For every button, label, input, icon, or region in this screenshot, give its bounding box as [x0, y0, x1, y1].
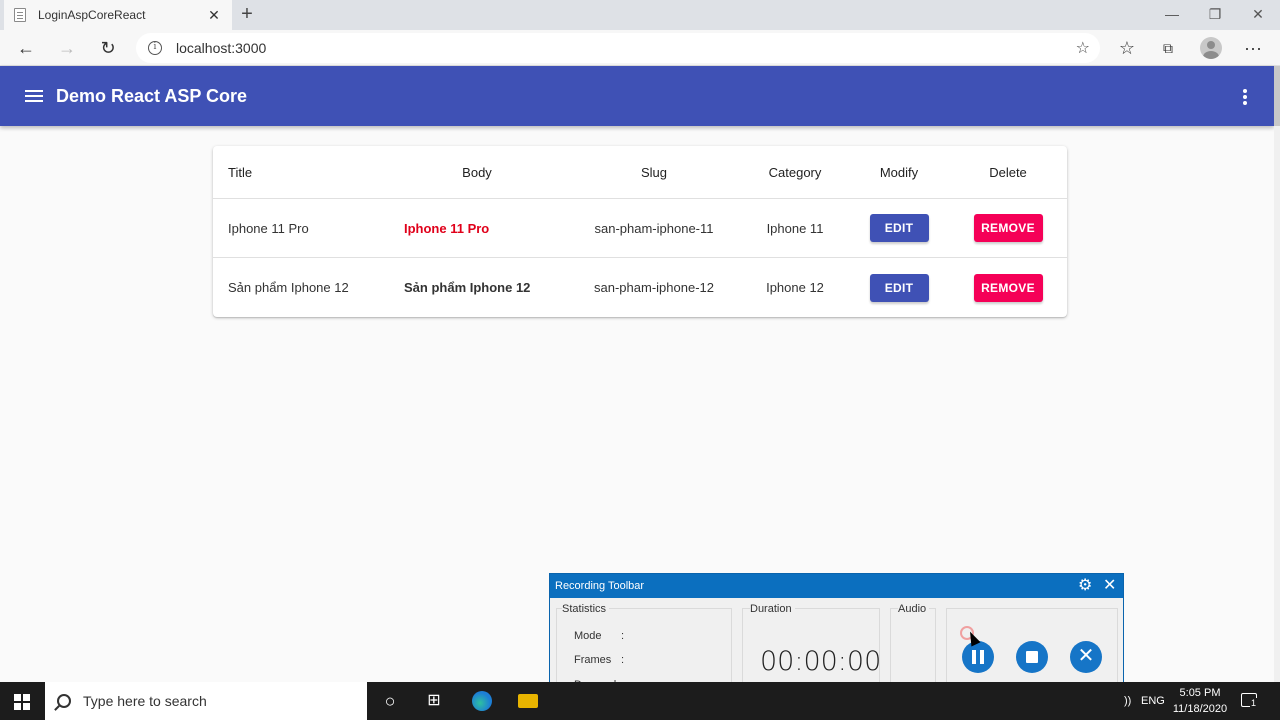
window-close-button[interactable]: ✕	[1236, 0, 1280, 30]
favorites-icon[interactable]: ☆	[1113, 34, 1141, 62]
edit-button[interactable]: EDIT	[869, 214, 929, 242]
audio-label: Audio	[898, 603, 930, 615]
file-explorer-icon[interactable]	[518, 694, 538, 708]
favorite-star-icon[interactable]: ☆	[1076, 38, 1090, 58]
duration-value: 00:00:00	[760, 646, 882, 677]
windows-taskbar: Type here to search ○ ⊞ )) ENG 5:05 PM 1…	[0, 682, 1280, 720]
wifi-icon[interactable]: ))	[1124, 682, 1131, 720]
back-button[interactable]: ←	[12, 34, 40, 62]
clock-date: 11/18/2020	[1172, 703, 1228, 715]
cell-slug: san-pham-iphone-12	[594, 280, 714, 295]
notification-icon[interactable]: 1	[1241, 693, 1258, 708]
notification-count: 1	[1250, 698, 1258, 708]
browser-tab[interactable]: LoginAspCoreReact ✕	[4, 0, 232, 30]
frames-stat: Frames :	[574, 654, 624, 666]
search-icon	[57, 694, 71, 708]
profile-avatar[interactable]	[1200, 37, 1222, 59]
header-modify: Modify	[879, 164, 919, 180]
tab-close-icon[interactable]: ✕	[206, 7, 222, 24]
cell-modify: EDIT	[855, 199, 943, 257]
header-title: Title	[228, 164, 253, 180]
site-info-icon[interactable]: i	[148, 41, 162, 55]
edge-browser-icon[interactable]	[472, 691, 492, 711]
restore-button[interactable]: ❐	[1193, 0, 1237, 30]
cell-title: Iphone 11 Pro	[228, 220, 309, 236]
clock-time: 5:05 PM	[1179, 687, 1221, 699]
header-category: Category	[768, 164, 822, 180]
edit-button[interactable]: EDIT	[869, 273, 929, 302]
table-row: Sản phẩm Iphone 12 Sản phẩm Iphone 12 sa…	[213, 258, 1067, 317]
tab-title: LoginAspCoreReact	[38, 8, 146, 22]
duration-label: Duration	[750, 603, 795, 615]
more-options-icon[interactable]: ···	[1239, 34, 1267, 62]
cell-delete: REMOVE	[958, 199, 1058, 257]
pause-button[interactable]	[962, 641, 994, 673]
close-icon[interactable]: ✕	[1103, 576, 1116, 596]
refresh-button[interactable]: ↻	[94, 34, 122, 62]
taskbar-search[interactable]: Type here to search	[45, 682, 367, 720]
url-text: localhost:3000	[176, 40, 267, 56]
forward-button[interactable]: →	[53, 34, 81, 62]
cell-slug: san-pham-iphone-11	[594, 220, 714, 236]
browser-tab-strip: LoginAspCoreReact ✕ + — ❐ ✕	[0, 0, 1280, 30]
cell-body: Sản phẩm Iphone 12	[404, 280, 531, 295]
cell-delete: REMOVE	[958, 258, 1058, 317]
mode-label: Mode	[574, 630, 602, 642]
page-scrollbar[interactable]	[1274, 66, 1280, 682]
address-bar[interactable]: i localhost:3000 ☆	[136, 33, 1100, 63]
browser-toolbar: ← → ↻ i localhost:3000 ☆ ☆ ⧉ ···	[0, 30, 1280, 66]
mode-colon: :	[621, 630, 625, 642]
cell-title: Sản phẩm Iphone 12	[228, 280, 349, 295]
posts-table: Title Body Slug Category Modify Delete I…	[213, 146, 1067, 317]
cell-modify: EDIT	[855, 258, 943, 317]
remove-button[interactable]: REMOVE	[973, 273, 1043, 302]
remove-button[interactable]: REMOVE	[973, 214, 1043, 242]
cancel-button[interactable]: ✕	[1070, 641, 1102, 673]
collections-icon[interactable]: ⧉	[1154, 34, 1182, 62]
stop-button[interactable]	[1016, 641, 1048, 673]
new-tab-button[interactable]: +	[236, 4, 258, 26]
app-bar: Demo React ASP Core	[0, 66, 1274, 126]
frames-colon: :	[621, 654, 625, 666]
taskbar-clock[interactable]: 5:05 PM 11/18/2020	[1168, 685, 1232, 717]
header-slug: Slug	[640, 164, 668, 180]
language-indicator[interactable]: ENG	[1141, 682, 1165, 720]
snap-layout-icon[interactable]: ⊞	[424, 691, 444, 711]
minimize-button[interactable]: —	[1150, 0, 1194, 30]
search-placeholder: Type here to search	[83, 693, 207, 709]
menu-icon[interactable]	[25, 90, 43, 102]
header-delete: Delete	[989, 164, 1027, 180]
cell-category: Iphone 11	[766, 220, 824, 236]
windows-start-icon[interactable]	[14, 694, 30, 710]
cell-body: Iphone 11 Pro	[404, 220, 490, 236]
header-body: Body	[462, 164, 492, 180]
frames-label: Frames	[574, 654, 612, 666]
recording-toolbar-title[interactable]: Recording Toolbar	[550, 574, 1123, 598]
mode-stat: Mode :	[574, 630, 624, 642]
table-row: Iphone 11 Pro Iphone 11 Pro san-pham-iph…	[213, 199, 1067, 258]
table-header-row: Title Body Slug Category Modify Delete	[213, 146, 1067, 199]
cell-category: Iphone 12	[766, 280, 824, 295]
gear-icon[interactable]: ⚙	[1078, 577, 1092, 595]
page-favicon-icon	[14, 8, 26, 22]
more-vert-icon[interactable]	[1243, 89, 1247, 105]
app-title: Demo React ASP Core	[56, 86, 248, 106]
statistics-label: Statistics	[562, 603, 610, 615]
task-view-icon[interactable]: ○	[380, 691, 400, 711]
